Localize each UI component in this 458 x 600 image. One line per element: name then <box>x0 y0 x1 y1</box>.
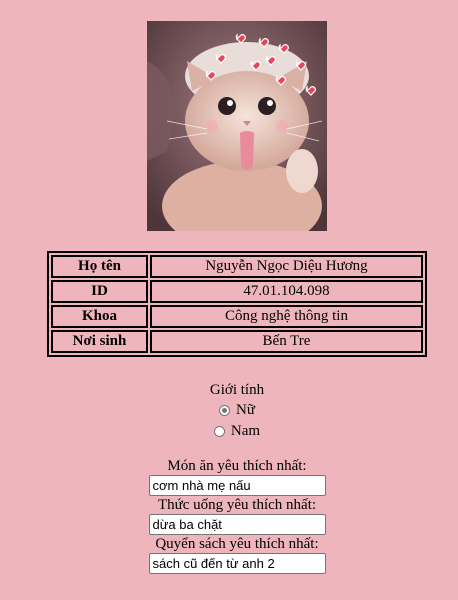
gender-option-male[interactable]: Nam <box>0 421 458 442</box>
favorites-section: Món ăn yêu thích nhất: Thức uống yêu thí… <box>0 457 458 574</box>
info-value: 47.01.104.098 <box>150 280 423 303</box>
cat-photo <box>147 21 327 231</box>
info-row: Nơi sinh Bến Tre <box>51 330 423 353</box>
info-row: Họ tên Nguyễn Ngọc Diệu Hương <box>51 255 423 278</box>
radio-female[interactable] <box>219 405 231 416</box>
favorite-food-input[interactable] <box>148 475 326 496</box>
gender-title: Giới tính <box>209 382 265 398</box>
favorite-drink-input[interactable] <box>148 514 326 535</box>
radio-male[interactable] <box>213 426 225 437</box>
info-value: Công nghệ thông tin <box>150 305 423 328</box>
info-row: Khoa Công nghệ thông tin <box>51 305 423 328</box>
info-value: Bến Tre <box>150 330 423 353</box>
gender-label-male: Nam <box>230 423 261 439</box>
info-key: Nơi sinh <box>51 330 148 353</box>
favorite-food-label: Món ăn yêu thích nhất: <box>167 458 307 474</box>
info-value: Nguyễn Ngọc Diệu Hương <box>150 255 423 278</box>
favorite-book-input[interactable] <box>148 553 326 574</box>
info-key: Họ tên <box>51 255 148 278</box>
info-key: Khoa <box>51 305 148 328</box>
gender-option-female[interactable]: Nữ <box>0 400 458 421</box>
favorite-book-label: Quyển sách yêu thích nhất: <box>155 536 319 552</box>
gender-group: Giới tính Nữ Nam <box>0 381 458 442</box>
info-row: ID 47.01.104.098 <box>51 280 423 303</box>
profile-page: Họ tên Nguyễn Ngọc Diệu Hương ID 47.01.104.… <box>0 0 458 600</box>
favorite-drink-label: Thức uống yêu thích nhất: <box>157 497 317 513</box>
gender-label-female: Nữ <box>236 402 255 418</box>
info-key: ID <box>51 280 148 303</box>
student-info-table: Họ tên Nguyễn Ngọc Diệu Hương ID 47.01.104.… <box>47 251 427 357</box>
cat-image-icon <box>147 21 327 231</box>
